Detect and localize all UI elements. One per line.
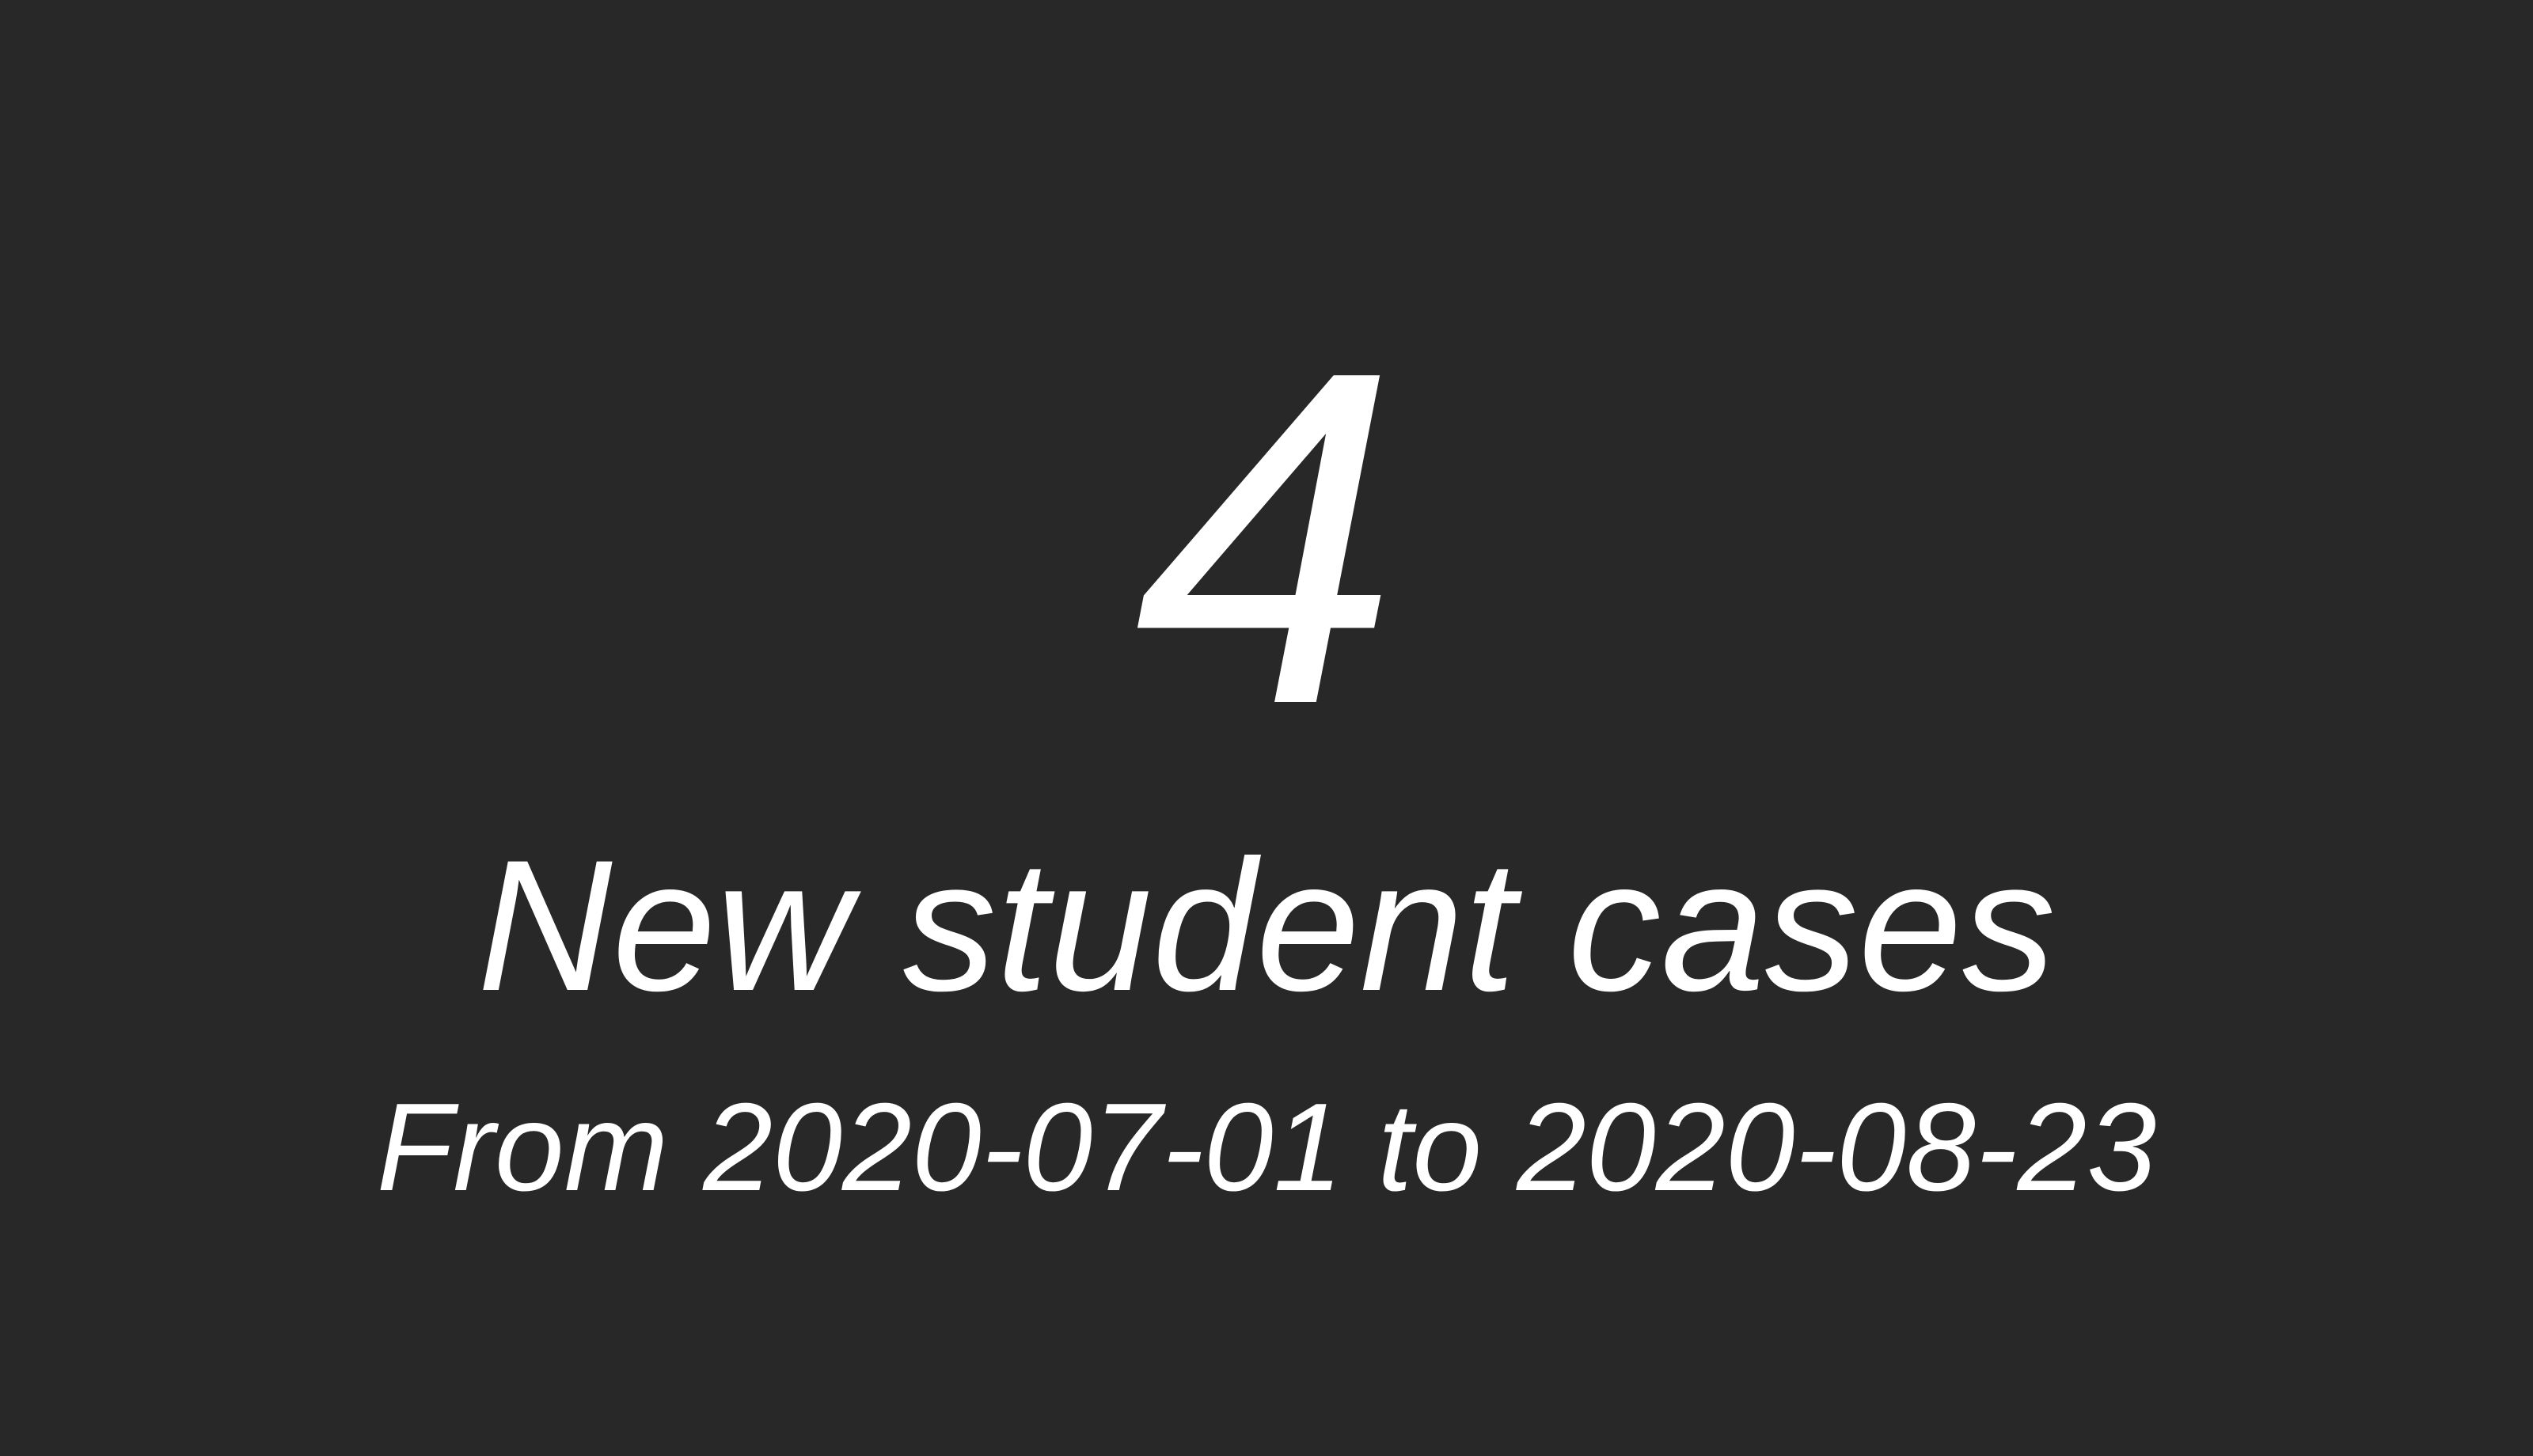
- case-count-label: New student cases: [477, 821, 2056, 1030]
- case-count-value: 4: [1134, 273, 1399, 803]
- stat-card: 4 New student cases From 2020-07-01 to 2…: [0, 0, 2533, 1456]
- date-range-text: From 2020-07-01 to 2020-08-23: [376, 1078, 2157, 1217]
